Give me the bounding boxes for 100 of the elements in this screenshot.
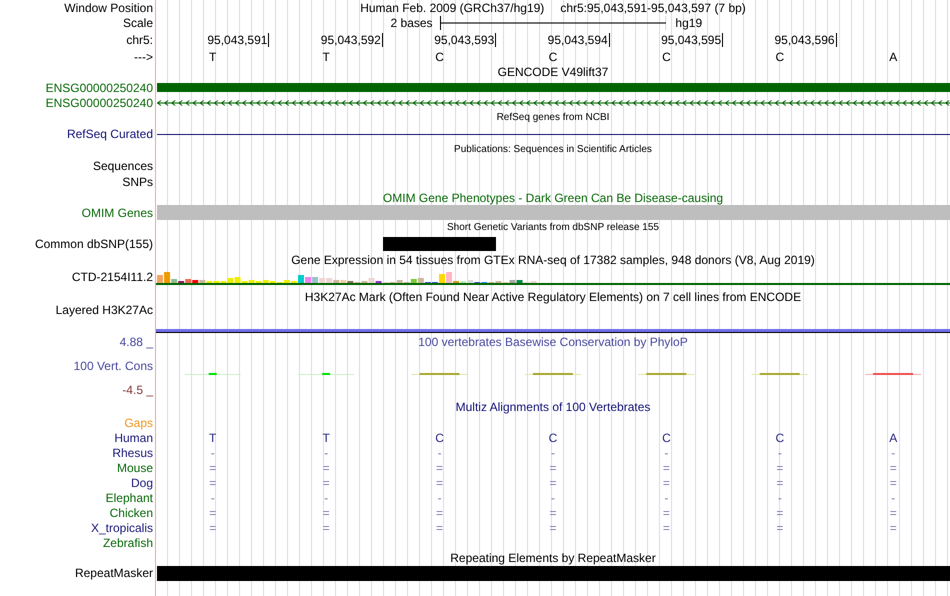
row-label[interactable]: Scale	[122, 17, 153, 29]
alignment-cell: C	[776, 430, 784, 444]
alignment-cell: C	[662, 430, 671, 444]
alignment-cell: =	[322, 520, 330, 534]
species-label[interactable]: Rhesus	[112, 446, 153, 458]
track-label[interactable]: 100 Vert. Cons	[74, 360, 153, 372]
alignment-cell: -	[210, 446, 215, 460]
alignment-cell: =	[890, 476, 897, 490]
alignment-cell: -	[550, 490, 555, 504]
alignment-cell: =	[662, 460, 670, 474]
species-label[interactable]: X_tropicalis	[90, 522, 153, 534]
alignment-cell: =	[776, 460, 784, 474]
position-label: 95,043,596	[774, 33, 837, 47]
track-title: OMIM Gene Phenotypes - Dark Green Can Be Disease-causing	[382, 190, 724, 204]
alignment-cell: -	[778, 490, 782, 504]
track-title: Publications: Sequences in Scientific Articles	[454, 144, 652, 155]
axis-label: 4.88 _	[120, 336, 153, 348]
base-letter: T	[322, 50, 330, 64]
base-letter: A	[889, 50, 898, 64]
alignment-cell: -	[324, 446, 328, 460]
alignment-cell: =	[209, 520, 216, 534]
alignment-cell: -	[210, 490, 215, 504]
alignment-cell: C	[435, 430, 444, 444]
alignment-cell: =	[549, 520, 556, 534]
alignment-cell: =	[890, 506, 897, 520]
alignment-cell: -	[891, 446, 896, 460]
alignment-cell: =	[776, 506, 784, 520]
track-label[interactable]: RefSeq Curated	[66, 128, 153, 140]
species-label[interactable]: Dog	[130, 476, 153, 488]
alignment-cell: =	[322, 476, 330, 490]
alignment-cell: =	[776, 476, 784, 490]
axis-label: -4.5 _	[122, 384, 153, 396]
position-label: 95,043,595	[661, 33, 724, 47]
track-label[interactable]: SNPs	[122, 176, 153, 188]
alignment-cell: A	[889, 430, 898, 444]
position-label: 95,043,594	[548, 33, 610, 47]
track-label[interactable]: RepeatMasker	[74, 567, 153, 579]
alignment-cell: =	[436, 476, 444, 490]
alignment-cell: -	[438, 490, 442, 504]
alignment-cell: -	[891, 490, 896, 504]
alignment-cell: =	[890, 520, 897, 534]
alignment-cell: =	[209, 506, 216, 520]
alignment-cell: -	[550, 446, 555, 460]
species-label[interactable]: Elephant	[106, 492, 153, 504]
row-label[interactable]: Window Position	[64, 2, 153, 14]
track-title: RefSeq genes from NCBI	[496, 112, 610, 123]
alignment-cell: -	[324, 490, 328, 504]
track-label[interactable]: OMIM Genes	[82, 206, 153, 218]
alignment-cell: =	[662, 506, 670, 520]
alignment-cell: =	[549, 506, 556, 520]
track-label[interactable]: ENSG00000250240	[46, 96, 153, 108]
track-title: Multiz Alignments of 100 Vertebrates	[456, 400, 650, 414]
assembly-db-text: hg19	[675, 16, 702, 30]
track-label[interactable]: Layered H3K27Ac	[56, 304, 153, 316]
track-label[interactable]: CTD-2154I11.2	[72, 271, 153, 283]
species-label[interactable]: Zebrafish	[102, 536, 153, 548]
track-title: 100 vertebrates Basewise Conservation by PhyloP	[418, 335, 688, 349]
assembly-text: Human Feb. 2009 (GRCh37/hg19)	[360, 2, 544, 14]
alignment-cell: =	[662, 520, 670, 534]
alignment-cell: =	[662, 476, 670, 490]
position-label: 95,043,592	[320, 33, 383, 47]
track-title: Repeating Elements by RepeatMasker	[450, 550, 656, 564]
alignment-cell: =	[436, 460, 444, 474]
base-letter: C	[548, 50, 558, 64]
strand-label[interactable]: --->	[134, 50, 153, 62]
species-label[interactable]: Human	[114, 432, 153, 444]
alignment-cell: -	[778, 446, 782, 460]
alignment-cell: -	[664, 446, 668, 460]
track-label[interactable]: ENSG00000250240	[46, 82, 153, 94]
row-label[interactable]: chr5:	[126, 34, 153, 46]
alignment-cell: =	[776, 520, 784, 534]
alignment-cell: T	[322, 430, 330, 444]
track-label[interactable]: Sequences	[92, 160, 153, 172]
alignment-cell: =	[209, 460, 216, 474]
track-title: GENCODE V49lift37	[498, 65, 608, 79]
position-label: 95,043,593	[434, 33, 496, 47]
alignment-cell: =	[549, 476, 556, 490]
alignment-cell: C	[548, 430, 558, 444]
position-label: 95,043,591	[207, 33, 270, 47]
track-label[interactable]: Common dbSNP(155)	[34, 238, 153, 250]
alignment-cell: =	[549, 460, 556, 474]
position-text: chr5:95,043,591-95,043,597 (7 bp)	[560, 2, 746, 14]
alignment-cell: =	[322, 460, 330, 474]
alignment-cell: =	[209, 476, 216, 490]
alignment-cell: =	[322, 506, 330, 520]
species-label[interactable]: Mouse	[116, 462, 153, 474]
track-title: H3K27Ac Mark (Often Found Near Active Regulatory Elements) on 7 cell lines from ENCODE	[304, 290, 802, 304]
alignment-cell: =	[436, 520, 444, 534]
alignment-cell: -	[438, 446, 442, 460]
alignment-cell: =	[436, 506, 444, 520]
base-letter: T	[209, 50, 216, 64]
track-title: Gene Expression in 54 tissues from GTEx RNA-seq of 17382 samples, 948 donors (V8, Aug 2019)	[291, 252, 815, 266]
track-title: Short Genetic Variants from dbSNP release 155	[447, 222, 659, 233]
base-letter: C	[776, 50, 784, 64]
species-label[interactable]: Chicken	[110, 506, 153, 518]
base-letter: C	[435, 50, 444, 64]
alignment-cell: =	[890, 460, 897, 474]
alignment-cell: T	[209, 430, 216, 444]
base-letter: C	[662, 50, 671, 64]
alignment-cell: -	[664, 490, 668, 504]
